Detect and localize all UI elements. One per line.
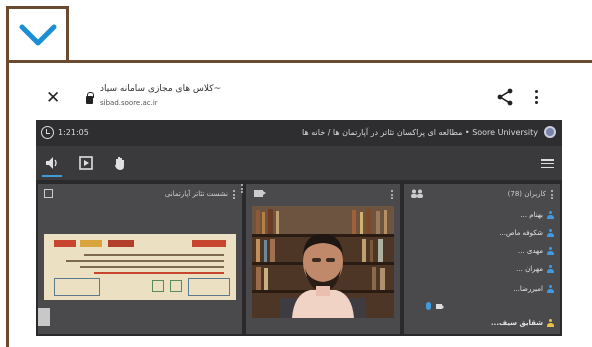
- user-icon: [547, 285, 554, 293]
- screen-share-icon[interactable]: [78, 155, 94, 171]
- video-panel: [246, 184, 400, 334]
- presentation-title: نشست تئاتر آپارتمانی: [164, 190, 228, 198]
- user-list-item[interactable]: مهران ...: [516, 262, 554, 276]
- active-tab-indicator: [42, 175, 62, 177]
- video-frame: [252, 206, 394, 318]
- user-name: امیررضا...: [513, 285, 543, 293]
- slide-info-box: [54, 278, 100, 296]
- slide-badge: [108, 240, 134, 247]
- clock-icon: [41, 126, 54, 139]
- share-icon[interactable]: [496, 88, 514, 106]
- frame-left-border: [6, 60, 9, 347]
- user-list-item[interactable]: امیررضا...: [513, 282, 554, 296]
- session-timer: 1:21:05: [58, 128, 89, 137]
- presentation-panel-header: نشست تئاتر آپارتمانی: [38, 184, 242, 204]
- session-header: 1:21:05 Soore University • مطالعه ای پرا…: [36, 120, 562, 146]
- slide-info-box: [188, 278, 230, 296]
- slide-text-line: [80, 266, 224, 268]
- user-name: شقایق سیف...: [491, 319, 543, 327]
- user-list-item[interactable]: شقایق سیف...: [491, 316, 554, 330]
- moderator-icon: [547, 319, 554, 327]
- user-name: مهران ...: [516, 265, 543, 273]
- session-panels: نشست تئاتر آپارتمانی کاربران (78) بهنام …: [36, 180, 562, 336]
- panel-divider-dots: [241, 184, 244, 193]
- camera-icon: [254, 190, 266, 197]
- university-logo-icon: [544, 126, 556, 138]
- slide-text-line: [94, 272, 224, 274]
- users-panel-title: کاربران (78): [507, 190, 546, 198]
- lock-icon: [86, 92, 94, 104]
- video-panel-header: [246, 184, 400, 204]
- user-icon: [547, 265, 554, 273]
- user-icon: [547, 211, 554, 219]
- frame-top-border: [6, 60, 592, 63]
- chevron-down-icon: [19, 24, 56, 45]
- page-title: کلاس های مجازی سامانه سیاد~: [100, 84, 222, 94]
- user-name: مهدی ...: [517, 247, 543, 255]
- user-name: بهنام ...: [520, 211, 543, 219]
- raise-hand-icon[interactable]: [112, 155, 128, 171]
- mobile-browser: ✕ کلاس های مجازی سامانه سیاد~ sibad.soor…: [36, 74, 562, 336]
- user-icon: [547, 229, 554, 237]
- user-icon: [547, 247, 554, 255]
- presentation-slide: [44, 234, 236, 300]
- microphone-icon[interactable]: [426, 302, 431, 310]
- page-turn-handle[interactable]: [38, 308, 50, 326]
- webcam-icon[interactable]: [436, 304, 444, 309]
- url-bar: ✕ کلاس های مجازی سامانه سیاد~ sibad.soor…: [36, 74, 562, 120]
- slide-badge: [54, 240, 76, 247]
- speaker-icon[interactable]: [44, 155, 60, 171]
- speaker-video[interactable]: [252, 206, 394, 318]
- slide-text-line: [84, 254, 224, 256]
- session-toolbar: [36, 146, 562, 180]
- course-title: Soore University • مطالعه ای پراکسان تئا…: [302, 128, 538, 137]
- slide-badge: [192, 240, 226, 247]
- users-panel-header: کاربران (78): [404, 184, 560, 204]
- presentation-icon: [44, 189, 53, 198]
- users-icon: [411, 189, 423, 198]
- close-icon[interactable]: ✕: [46, 88, 60, 108]
- user-list-item[interactable]: شکوفه ماص...: [499, 226, 554, 240]
- screenshot-frame: ✕ کلاس های مجازی سامانه سیاد~ sibad.soor…: [0, 0, 592, 347]
- kebab-menu-icon[interactable]: [534, 90, 538, 104]
- panel-options-icon[interactable]: [391, 190, 394, 199]
- slide-badge: [80, 240, 102, 247]
- user-name: شکوفه ماص...: [499, 229, 543, 237]
- slide-logo: [152, 280, 164, 292]
- url-host[interactable]: sibad.soore.ac.ir: [100, 99, 158, 107]
- user-list-item[interactable]: مهدی ...: [518, 244, 554, 258]
- presentation-panel: نشست تئاتر آپارتمانی: [38, 184, 244, 334]
- panel-options-icon[interactable]: [233, 190, 236, 199]
- hamburger-menu-icon[interactable]: [541, 159, 554, 168]
- expand-toggle[interactable]: [6, 6, 69, 60]
- users-panel: کاربران (78) بهنام ... شکوفه ماص... مهدی…: [404, 184, 560, 334]
- slide-text-line: [66, 260, 224, 262]
- slide-logo: [170, 280, 182, 292]
- user-list-item[interactable]: بهنام ...: [520, 208, 554, 222]
- panel-options-icon[interactable]: [551, 190, 554, 199]
